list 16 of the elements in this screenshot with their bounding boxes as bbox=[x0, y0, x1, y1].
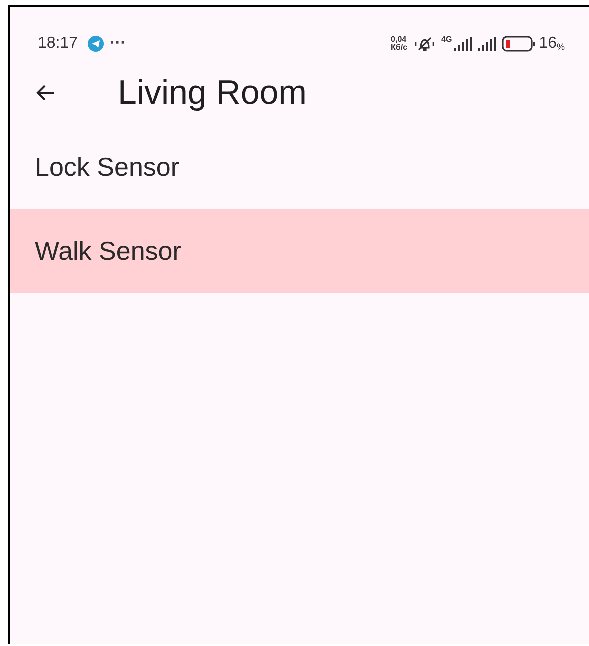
signal-icon bbox=[454, 37, 472, 51]
screen-title: Living Room bbox=[118, 74, 307, 112]
battery-percent: 16 bbox=[539, 35, 557, 53]
percent-sign: % bbox=[556, 42, 565, 52]
more-notifications: ··· bbox=[110, 35, 126, 53]
back-arrow-icon bbox=[36, 83, 56, 103]
list-item[interactable]: Lock Sensor bbox=[10, 125, 589, 209]
network-speed: 0,04 bbox=[391, 36, 408, 44]
paper-plane-icon bbox=[88, 36, 104, 52]
battery-icon bbox=[502, 36, 536, 52]
list-item[interactable]: Walk Sensor bbox=[10, 209, 589, 293]
signal-icon bbox=[478, 37, 496, 51]
muted-bell-icon bbox=[414, 36, 436, 52]
network-type: 4G bbox=[442, 35, 452, 44]
speed-unit: Кб/с bbox=[391, 44, 408, 52]
status-time: 18:17 bbox=[38, 35, 78, 53]
